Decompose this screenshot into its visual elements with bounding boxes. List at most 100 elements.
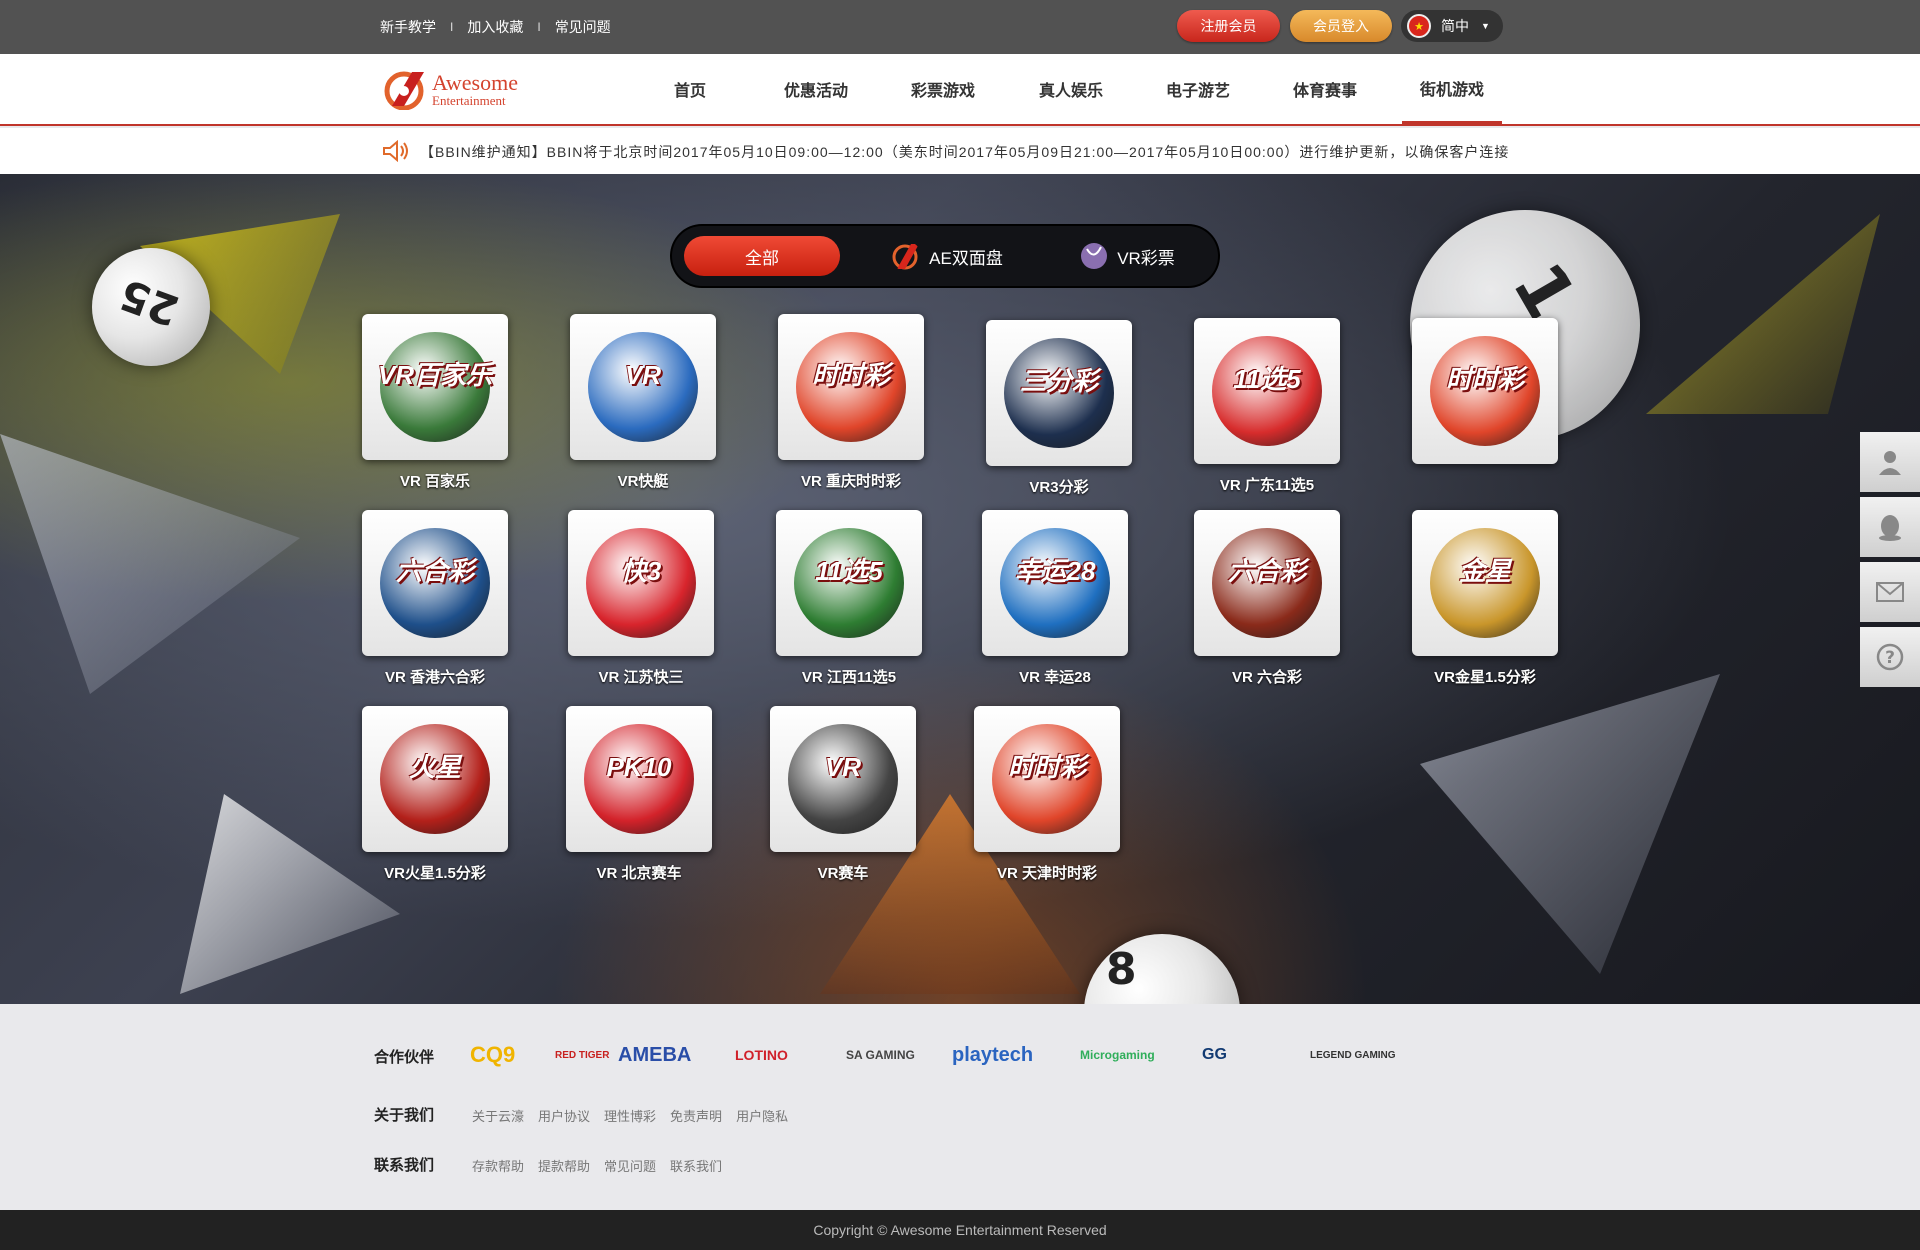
game-card[interactable]: PK10 VR 北京赛车	[564, 706, 714, 883]
vr-logo-icon	[1081, 243, 1108, 269]
tab-vr-lottery[interactable]: VR彩票	[1062, 236, 1192, 276]
game-art-label: 幸运28	[1014, 556, 1096, 586]
game-card[interactable]: 幸运28 VR 幸运28	[980, 510, 1130, 687]
decor-shard	[0, 434, 300, 694]
nav-item[interactable]: 优惠活动	[766, 54, 866, 124]
floating-side-menu: ?	[1860, 432, 1920, 692]
logo-icon	[384, 71, 424, 111]
contact-link[interactable]: 常见问题	[604, 1156, 656, 1175]
tab-ae-double[interactable]: AE双面盘	[872, 236, 1022, 276]
speaker-icon	[383, 140, 408, 162]
game-thumbnail: 幸运28	[982, 510, 1128, 656]
game-thumbnail: VR百家乐	[362, 314, 508, 460]
register-button[interactable]: 注册会员	[1177, 10, 1280, 42]
game-card[interactable]: 11选5 VR 江西11选5	[774, 510, 924, 687]
game-thumbnail: 11选5	[1194, 318, 1340, 464]
game-thumbnail: 六合彩	[1194, 510, 1340, 656]
partner-logo[interactable]: CQ9	[470, 1036, 515, 1074]
ball-number: 25	[113, 269, 186, 336]
link-tutorial[interactable]: 新手教学	[380, 17, 436, 37]
game-card[interactable]: 时时彩 VR 重庆时时彩	[776, 314, 926, 491]
game-thumbnail: 时时彩	[974, 706, 1120, 852]
help-icon[interactable]: ?	[1860, 627, 1920, 687]
game-name: VR 百家乐	[399, 473, 470, 490]
nav-item[interactable]: 体育赛事	[1275, 54, 1375, 124]
game-thumbnail: 火星	[362, 706, 508, 852]
lottery-ball: 25	[92, 248, 210, 366]
game-card[interactable]: 六合彩 VR 六合彩	[1192, 510, 1342, 687]
game-thumbnail: 时时彩	[1412, 318, 1558, 464]
game-art-label: 快3	[620, 556, 662, 586]
game-art-label: 火星	[408, 752, 461, 782]
user-icon[interactable]	[1860, 432, 1920, 492]
game-category-tabs: 全部 AE双面盘 VR彩票	[672, 226, 1218, 286]
partner-logo[interactable]: GG	[1202, 1036, 1227, 1074]
game-card[interactable]: 金星 VR金星1.5分彩	[1410, 510, 1560, 687]
lottery-ball: 8	[1084, 934, 1240, 1004]
about-link[interactable]: 用户协议	[538, 1106, 590, 1125]
game-art-label: 时时彩	[811, 360, 890, 390]
game-card[interactable]: 火星 VR火星1.5分彩	[360, 706, 510, 883]
game-art-label: VR百家乐	[377, 360, 493, 390]
game-name: VR金星1.5分彩	[1434, 669, 1536, 686]
partner-logo[interactable]: Microgaming	[1080, 1036, 1155, 1074]
game-art-label: 时时彩	[1007, 752, 1086, 782]
about-link[interactable]: 用户隐私	[736, 1106, 788, 1125]
game-card[interactable]: VR VR赛车	[768, 706, 918, 883]
game-thumbnail: PK10	[566, 706, 712, 852]
game-thumbnail: 快3	[568, 510, 714, 656]
about-heading: 关于我们	[374, 1107, 435, 1124]
logo[interactable]: Awesome Entertainment	[384, 68, 534, 111]
game-card[interactable]: 时时彩	[1410, 318, 1560, 474]
nav-item[interactable]: 彩票游戏	[893, 54, 993, 124]
game-card[interactable]: 快3 VR 江苏快三	[566, 510, 716, 687]
ae-logo-icon	[892, 244, 920, 270]
game-card[interactable]: 六合彩 VR 香港六合彩	[360, 510, 510, 687]
about-link[interactable]: 理性博彩	[604, 1106, 656, 1125]
mail-icon[interactable]	[1860, 562, 1920, 622]
game-art-label: 时时彩	[1445, 364, 1524, 394]
nav-item[interactable]: 电子游艺	[1148, 54, 1248, 124]
nav-item[interactable]: 真人娱乐	[1021, 54, 1121, 124]
footer: 合作伙伴 CQ9 RED TIGER AMEBA LOTINO SA GAMING pla…	[0, 1004, 1920, 1210]
game-art-label: 金星	[1458, 556, 1511, 586]
game-card[interactable]: 三分彩 VR3分彩	[984, 320, 1134, 497]
nav-item[interactable]: 街机游戏	[1402, 54, 1502, 124]
game-name: VR快艇	[617, 473, 669, 490]
game-name: VR火星1.5分彩	[384, 865, 486, 882]
qq-icon[interactable]	[1860, 497, 1920, 557]
main-navbar: Awesome Entertainment 首页 优惠活动 彩票游戏 真人娱乐 电子游艺…	[0, 54, 1920, 126]
game-card[interactable]: 时时彩 VR 天津时时彩	[972, 706, 1122, 883]
partner-logo[interactable]: playtech	[952, 1036, 1033, 1074]
top-bar: 新手教学 I 加入收藏 I 常见问题 注册会员 会员登入 ★ 简中 ▼	[0, 0, 1920, 54]
notice-text: 【BBIN维护通知】BBIN将于北京时间2017年05月10日09:00—12:…	[420, 144, 1510, 160]
contact-link[interactable]: 联系我们	[670, 1156, 722, 1175]
tab-all[interactable]: 全部	[684, 236, 840, 276]
link-faq[interactable]: 常见问题	[555, 17, 611, 37]
partner-logo[interactable]: LOTINO	[735, 1036, 788, 1074]
partner-logo[interactable]: LEGEND GAMING	[1310, 1036, 1396, 1074]
partner-logo[interactable]: RED TIGER	[555, 1036, 609, 1074]
copyright: Copyright © Awesome Entertainment Reserv…	[0, 1210, 1920, 1250]
game-art-label: 11选5	[1233, 364, 1301, 394]
about-link[interactable]: 免责声明	[670, 1106, 722, 1125]
notice-bar: 【BBIN维护通知】BBIN将于北京时间2017年05月10日09:00—12:…	[0, 128, 1920, 174]
partner-logo[interactable]: AMEBA	[618, 1036, 691, 1074]
game-art-label: 三分彩	[1019, 366, 1098, 396]
contact-link[interactable]: 提款帮助	[538, 1156, 590, 1175]
game-thumbnail: VR	[570, 314, 716, 460]
game-card[interactable]: VR百家乐 VR 百家乐	[360, 314, 510, 491]
game-card[interactable]: VR VR快艇	[568, 314, 718, 491]
game-name: VR 幸运28	[1019, 669, 1091, 686]
link-bookmark[interactable]: 加入收藏	[467, 17, 523, 37]
partner-logo[interactable]: SA GAMING	[846, 1036, 915, 1074]
game-name: VR 天津时时彩	[996, 865, 1097, 882]
game-thumbnail: 三分彩	[986, 320, 1132, 466]
game-card[interactable]: 11选5 VR 广东11选5	[1192, 318, 1342, 495]
game-thumbnail: 时时彩	[778, 314, 924, 460]
contact-link[interactable]: 存款帮助	[472, 1156, 524, 1175]
language-select[interactable]: ★ 简中 ▼	[1401, 10, 1503, 42]
login-button[interactable]: 会员登入	[1290, 10, 1392, 42]
nav-item[interactable]: 首页	[640, 54, 740, 124]
about-link[interactable]: 关于云濠	[472, 1106, 524, 1125]
